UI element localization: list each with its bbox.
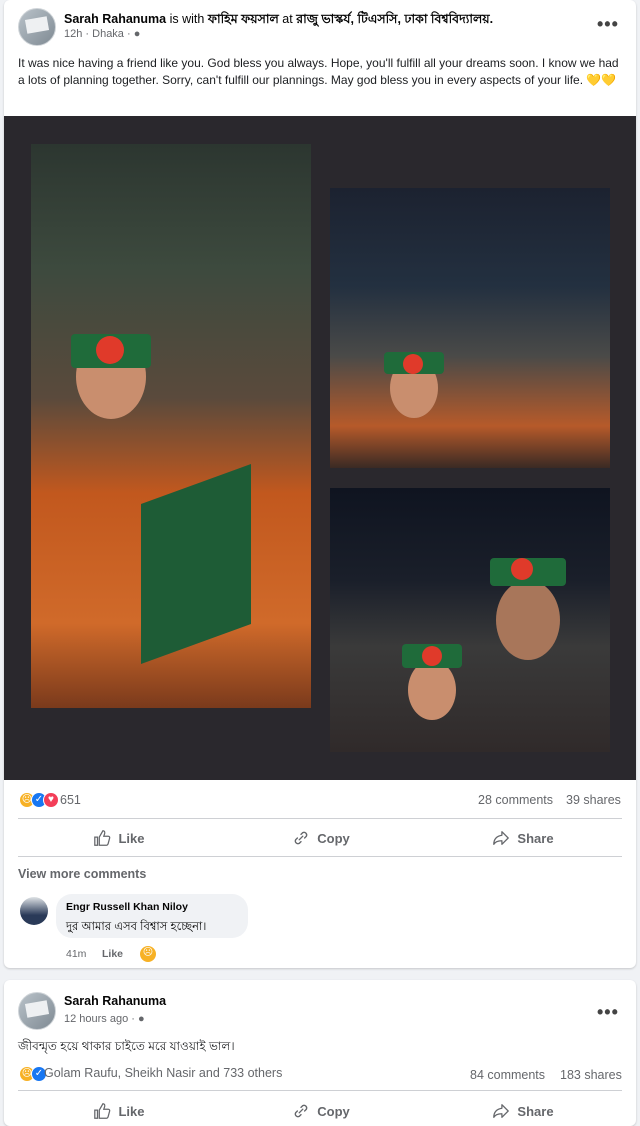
link-icon (294, 831, 308, 845)
comments-count[interactable]: 28 comments (478, 793, 553, 807)
comment-time[interactable]: 41m (66, 948, 86, 960)
flag-circle (422, 646, 442, 666)
flag-circle (403, 354, 423, 374)
action-bar: Like Copy Share (4, 1096, 636, 1126)
like-button[interactable]: Like (64, 1096, 174, 1126)
thumbs-up-icon (94, 830, 111, 846)
post-card: Sarah Rahanuma 12 hours ago · ● ••• জীবন… (4, 980, 636, 1126)
commenter-avatar[interactable] (20, 897, 48, 925)
reactions-summary: ☹ ✓ Golam Raufu, Sheikh Nasir and 733 ot… (4, 1064, 636, 1084)
globe-icon: ● (133, 28, 141, 40)
with-text: is with (166, 12, 208, 26)
like-button[interactable]: Like (64, 821, 174, 855)
author-avatar[interactable] (18, 992, 56, 1030)
photo-bottom-right[interactable] (330, 488, 610, 752)
copy-label: Copy (317, 1103, 350, 1119)
post-card: Sarah Rahanuma is with ফাহিম ফয়সাল at র… (4, 0, 636, 968)
reactions-count[interactable]: 651 (60, 793, 81, 807)
post-header: Sarah Rahanuma (64, 994, 166, 1008)
action-bar: Like Copy Share (4, 821, 636, 855)
link-icon (294, 1104, 308, 1118)
location-link[interactable]: রাজু ভাস্কর্য, টিএসসি, ঢাকা বিশ্ববিদ্যাল… (296, 12, 493, 26)
view-more-comments-link[interactable]: View more comments (18, 867, 146, 881)
shares-count[interactable]: 183 shares (560, 1068, 622, 1082)
copy-button[interactable]: Copy (266, 821, 376, 855)
comment-author[interactable]: Engr Russell Khan Niloy (66, 901, 188, 913)
share-label: Share (517, 830, 554, 846)
like-label: Like (118, 1103, 145, 1119)
reactions-summary: ☹ ✓ ♥ 651 28 comments 39 shares (4, 782, 636, 816)
love-reaction-icon: ♥ (43, 792, 59, 808)
comments-count[interactable]: 84 comments (470, 1068, 545, 1082)
person-face (408, 660, 456, 720)
post-meta: 12h · Dhaka · ● (64, 28, 140, 40)
share-button[interactable]: Share (468, 821, 578, 855)
divider (18, 1090, 622, 1091)
copy-button[interactable]: Copy (266, 1096, 376, 1126)
share-arrow-icon (493, 831, 510, 845)
more-options-button[interactable]: ••• (597, 1002, 619, 1023)
post-meta: 12 hours ago · ● (64, 1013, 145, 1025)
author-name[interactable]: Sarah Rahanuma (64, 12, 166, 26)
author-avatar[interactable] (18, 8, 56, 46)
flag-circle (511, 558, 533, 580)
flag-circle (96, 336, 124, 364)
flag (141, 463, 251, 665)
thumbs-up-icon (94, 1103, 111, 1119)
share-button[interactable]: Share (468, 1096, 578, 1126)
person-face (496, 580, 560, 660)
like-label: Like (118, 830, 145, 846)
post-text: It was nice having a friend like you. Go… (18, 56, 619, 87)
photo-collage (4, 116, 636, 780)
post-text: জীবন্মৃত হয়ে থাকার চাইতে মরে যাওয়াই ভা… (18, 1039, 235, 1053)
photo-top-right[interactable] (330, 188, 610, 468)
globe-icon: ● (138, 1013, 145, 1025)
sad-reaction-icon: ☹ (140, 946, 156, 962)
post-time[interactable]: 12 hours ago · (64, 1013, 138, 1025)
divider (18, 818, 622, 819)
comment-bubble: Engr Russell Khan Niloy দুর আমার এসব বিশ… (56, 894, 248, 938)
reactors-list[interactable]: Golam Raufu, Sheikh Nasir and 733 others (44, 1066, 282, 1080)
share-arrow-icon (493, 1104, 510, 1118)
comment-like-button[interactable]: Like (102, 948, 123, 960)
author-name[interactable]: Sarah Rahanuma (64, 994, 166, 1008)
shares-count[interactable]: 39 shares (566, 793, 621, 807)
post-time[interactable]: 12h · Dhaka · (64, 28, 134, 40)
share-label: Share (517, 1103, 554, 1119)
comment-text: দুর আমার এসব বিশ্বাস হচ্ছেনা। (66, 921, 207, 933)
more-options-button[interactable]: ••• (597, 14, 619, 35)
copy-label: Copy (317, 830, 350, 846)
divider (18, 856, 622, 857)
tagged-person[interactable]: ফাহিম ফয়সাল (208, 12, 279, 26)
at-text: at (278, 12, 297, 26)
photo-large[interactable] (31, 144, 311, 708)
